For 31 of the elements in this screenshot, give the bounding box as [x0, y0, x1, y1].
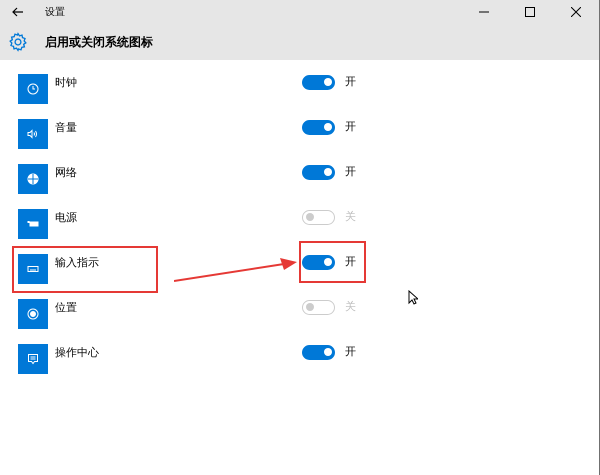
toggle-state: 开 — [345, 74, 356, 90]
toggle-state: 开 — [345, 118, 356, 135]
globe-icon — [27, 173, 39, 185]
toggle-state: 开 — [345, 344, 356, 360]
item-label: 位置 — [55, 301, 77, 315]
clock-icon — [27, 83, 39, 95]
keyboard-icon — [27, 263, 39, 275]
back-icon[interactable] — [11, 5, 25, 19]
item-label: 时钟 — [55, 76, 77, 90]
speaker-icon — [27, 128, 39, 140]
toggle-state: 关 — [345, 208, 356, 225]
settings-icon — [8, 32, 28, 52]
page-title: 启用或关闭系统图标 — [45, 34, 153, 51]
toggle-state: 开 — [345, 254, 356, 270]
cursor-icon — [408, 290, 418, 305]
item-label: 电源 — [55, 211, 77, 225]
toggle-switch[interactable] — [302, 120, 335, 134]
message-icon — [27, 353, 39, 365]
toggle-switch[interactable] — [302, 344, 335, 360]
toggle-state: 开 — [345, 164, 356, 180]
toggle-state: 关 — [345, 298, 356, 315]
item-label: 音量 — [55, 121, 77, 135]
item-label: 操作中心 — [55, 346, 99, 360]
toggle-switch[interactable] — [302, 164, 335, 180]
item-label: 网络 — [55, 166, 77, 180]
toggle-switch[interactable] — [302, 254, 335, 270]
highlight-frame — [299, 241, 366, 283]
target-icon — [27, 308, 39, 320]
window-title: 设置 — [45, 6, 65, 20]
item-label: 输入指示 — [55, 256, 99, 270]
toggle-switch[interactable] — [302, 74, 335, 90]
